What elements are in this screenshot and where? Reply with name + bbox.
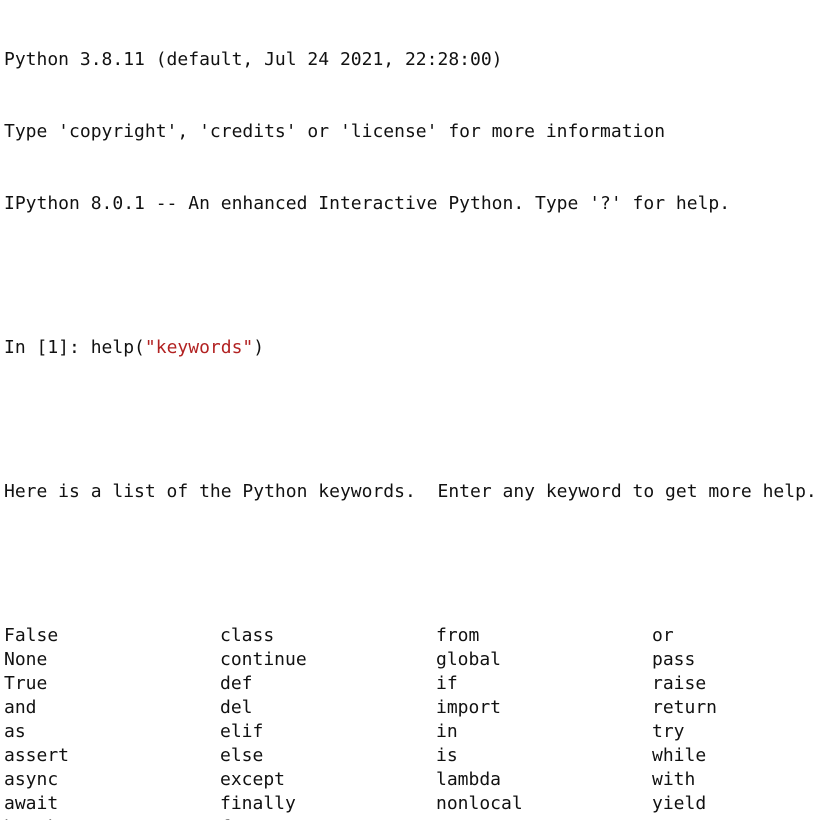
terminal-window[interactable]: Python 3.8.11 (default, Jul 24 2021, 22:… xyxy=(4,0,819,820)
keyword-item: True xyxy=(4,673,48,694)
keyword-item: not xyxy=(436,816,652,820)
help-intro-text: Here is a list of the Python keywords. E… xyxy=(4,481,817,502)
keyword-item: except xyxy=(220,769,286,790)
keyword-item: in xyxy=(436,721,458,742)
keyword-item: global xyxy=(436,649,502,670)
input-code-call: help( xyxy=(90,337,145,358)
keyword-item: for xyxy=(220,816,436,820)
keyword-item: None xyxy=(4,649,48,670)
keyword-item: or xyxy=(652,625,674,646)
keyword-empty-cell xyxy=(652,816,812,820)
keyword-item: lambda xyxy=(436,769,502,790)
keyword-item: pass xyxy=(652,649,696,670)
keyword-item: and xyxy=(4,697,37,718)
keyword-item: continue xyxy=(220,649,307,670)
keyword-item: del xyxy=(220,697,253,718)
keyword-item: assert xyxy=(4,745,70,766)
keyword-item: if xyxy=(436,673,458,694)
keyword-item: break xyxy=(4,816,220,820)
input-code-string: "keywords" xyxy=(144,337,254,358)
keyword-item: from xyxy=(436,625,480,646)
keyword-item: while xyxy=(652,745,707,766)
keyword-item: elif xyxy=(220,721,264,742)
keyword-item: nonlocal xyxy=(436,793,523,814)
keywords-table: False class from or None continue global pass Tr… xyxy=(4,624,819,820)
input-code-close: ) xyxy=(253,337,265,358)
keyword-item: await xyxy=(4,793,59,814)
keyword-item: False xyxy=(4,625,59,646)
keyword-item: is xyxy=(436,745,458,766)
keyword-item: class xyxy=(220,625,275,646)
input-line[interactable]: In [1]: help("keywords") xyxy=(4,336,819,360)
keyword-item: return xyxy=(652,697,718,718)
keyword-item: yield xyxy=(652,793,707,814)
keyword-item: finally xyxy=(220,793,296,814)
keyword-item: def xyxy=(220,673,253,694)
banner-info-hint: Type 'copyright', 'credits' or 'license'… xyxy=(4,121,666,142)
keyword-item: import xyxy=(436,697,502,718)
keyword-item: raise xyxy=(652,673,707,694)
keyword-item: as xyxy=(4,721,26,742)
input-prompt: In [1]: xyxy=(4,337,91,358)
keyword-item: try xyxy=(652,721,685,742)
banner-python-version: Python 3.8.11 (default, Jul 24 2021, 22:… xyxy=(4,49,503,70)
keyword-item: async xyxy=(4,769,59,790)
banner-ipython-version: IPython 8.0.1 -- An enhanced Interactive… xyxy=(4,193,731,214)
keyword-item: else xyxy=(220,745,264,766)
keyword-item: with xyxy=(652,769,696,790)
